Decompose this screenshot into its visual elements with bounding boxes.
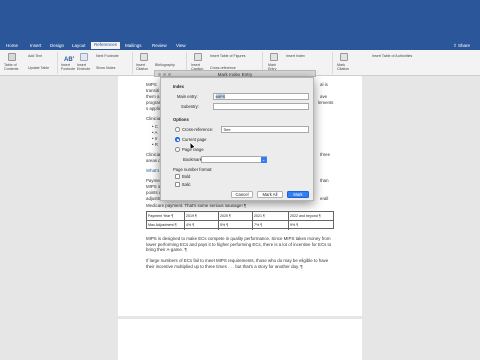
bookmark-select[interactable]: ⌄ [201, 156, 267, 163]
page-range-label: Page range [182, 147, 204, 152]
mark-citation-icon [340, 53, 348, 61]
subentry-label: Subentry: [181, 104, 199, 109]
table-header-cell: 2022 and beyond ¶ [290, 214, 321, 218]
add-text-button[interactable]: Add Text [28, 54, 42, 58]
bookmark-label: Bookmark: [183, 157, 204, 162]
table-cell: 5% ¶ [219, 221, 253, 230]
doc-line: than [320, 178, 329, 183]
tab-layout[interactable]: Layout [72, 43, 86, 49]
doc-paragraph: If large numbers of ECs fail to meet MIP… [146, 258, 329, 269]
next-footnote-button[interactable]: Next Footnote [96, 54, 119, 58]
table-header-row: Payment Year ¶ 2019 ¶ 2020 ¶ 2021 ¶ 2022… [147, 212, 333, 221]
table-header-cell: Payment Year ¶ [147, 212, 185, 221]
doc-line: erall [320, 196, 329, 201]
mark-index-entry-titlebar[interactable]: Mark Index Entry [154, 70, 316, 77]
insert-citation-icon [140, 53, 148, 61]
doc-line: Medicare payment. That's some serious sa… [146, 203, 247, 208]
ribbon-divider [132, 52, 133, 74]
doc-line: al is [320, 82, 328, 87]
index-section-heading: Index [173, 84, 184, 89]
insert-table-of-figures-button[interactable]: Insert Table of Figures [210, 54, 246, 58]
ribbon-divider [57, 52, 58, 74]
share-icon: ⇧ [452, 43, 457, 48]
bibliography-button[interactable]: Bibliography [155, 63, 175, 67]
table-header-cell: 2021 ¶ [253, 212, 289, 221]
insert-footnote-button[interactable]: Insert Footnote [61, 63, 75, 71]
doc-line: three [320, 152, 331, 157]
doc-line: MIPS [146, 82, 157, 87]
doc-bullet: • Ir [152, 136, 158, 141]
mark-citation-button[interactable]: Mark Citation [337, 63, 349, 71]
table-row: Max Adjustment ¶ 4% ¶ 5% ¶ 7% ¶ 9% ¶ [147, 221, 333, 230]
chevron-down-icon: ⌄ [260, 156, 267, 163]
ribbon-divider [332, 52, 333, 74]
mark-all-button[interactable]: Mark All [257, 191, 283, 198]
tab-view[interactable]: View [176, 43, 186, 49]
insert-caption-icon [194, 53, 202, 61]
cross-reference-label: Cross-reference: [182, 127, 214, 132]
doc-line: s applic [146, 106, 161, 111]
insert-citation-button[interactable]: Insert Citation [136, 63, 148, 71]
doc-bullet: • A [152, 130, 158, 135]
insert-endnote-icon [80, 53, 88, 61]
cancel-button[interactable]: Cancel [231, 191, 253, 198]
table-header-cell: 2019 ¶ [185, 212, 219, 221]
mark-button[interactable]: Mark [287, 191, 309, 198]
cross-reference-radio[interactable] [175, 127, 180, 132]
next-document-page [118, 316, 362, 360]
tab-review[interactable]: Review [152, 43, 167, 49]
current-page-radio[interactable] [175, 137, 180, 142]
doc-line: Clinicia [146, 116, 161, 121]
italic-checkbox[interactable] [175, 182, 180, 187]
tab-design[interactable]: Design [50, 43, 64, 49]
doc-line: Clinicia [146, 152, 161, 157]
doc-bullet: • R [152, 142, 158, 147]
update-table-button[interactable]: Update Table [28, 66, 49, 70]
table-cell: Max Adjustment ¶ [147, 221, 185, 230]
show-notes-button[interactable]: Show Notes [96, 66, 115, 70]
mark-entry-icon [270, 53, 278, 61]
subentry-input[interactable] [213, 103, 309, 110]
doc-line: them a [146, 94, 160, 99]
doc-line: ave [320, 94, 328, 99]
tab-insert[interactable]: Insert [30, 43, 41, 49]
adjustment-table[interactable]: Payment Year ¶ 2019 ¶ 2020 ¶ 2021 ¶ 2022… [146, 211, 334, 230]
italic-label: Italic [182, 182, 191, 187]
doc-bullet: • C [152, 124, 158, 129]
insert-footnote-icon: AB1 [64, 55, 75, 63]
table-header-cell: 2020 ¶ [219, 212, 253, 221]
table-cell: 7% ¶ [253, 221, 289, 230]
table-of-contents-icon [8, 53, 16, 61]
mark-index-entry-dialog: Index Main entry: MIPS Subentry: Options… [160, 77, 314, 201]
doc-paragraph: MIPS is designed to make ECs compete in … [146, 236, 332, 253]
page-number-format-label: Page number format: [173, 167, 213, 172]
tab-mailings[interactable]: Mailings [125, 43, 142, 49]
share-button[interactable]: ⇧ Share [453, 43, 470, 49]
ribbon-tab-bar: Home Insert Design Layout References Mai… [0, 0, 480, 50]
main-entry-input[interactable]: MIPS [213, 93, 309, 100]
doc-heading: What's [146, 168, 160, 173]
page-range-radio[interactable] [175, 147, 180, 152]
bold-label: Bold [182, 174, 191, 179]
bold-checkbox[interactable] [175, 174, 180, 179]
table-cell: 4% ¶ [185, 221, 219, 230]
table-cell: 9% ¶ [290, 223, 299, 227]
doc-line: transiti [146, 88, 159, 93]
tab-home[interactable]: Home [6, 43, 18, 49]
doc-line: lements [318, 100, 334, 105]
options-section-heading: Options [173, 117, 189, 122]
insert-index-button[interactable]: Insert Index [286, 54, 305, 58]
table-of-contents-button[interactable]: Table of Contents [4, 63, 22, 71]
word-window: Home Insert Design Layout References Mai… [0, 0, 480, 360]
main-entry-label: Main entry: [177, 94, 198, 99]
doc-line: areas d [146, 158, 161, 163]
insert-endnote-button[interactable]: Insert Endnote [77, 63, 90, 71]
cross-reference-input[interactable]: See [221, 126, 309, 133]
insert-table-of-authorities-button[interactable]: Insert Table of Authorities [372, 54, 412, 58]
current-page-label: Current page [182, 137, 207, 142]
tab-references[interactable]: References [91, 42, 121, 49]
